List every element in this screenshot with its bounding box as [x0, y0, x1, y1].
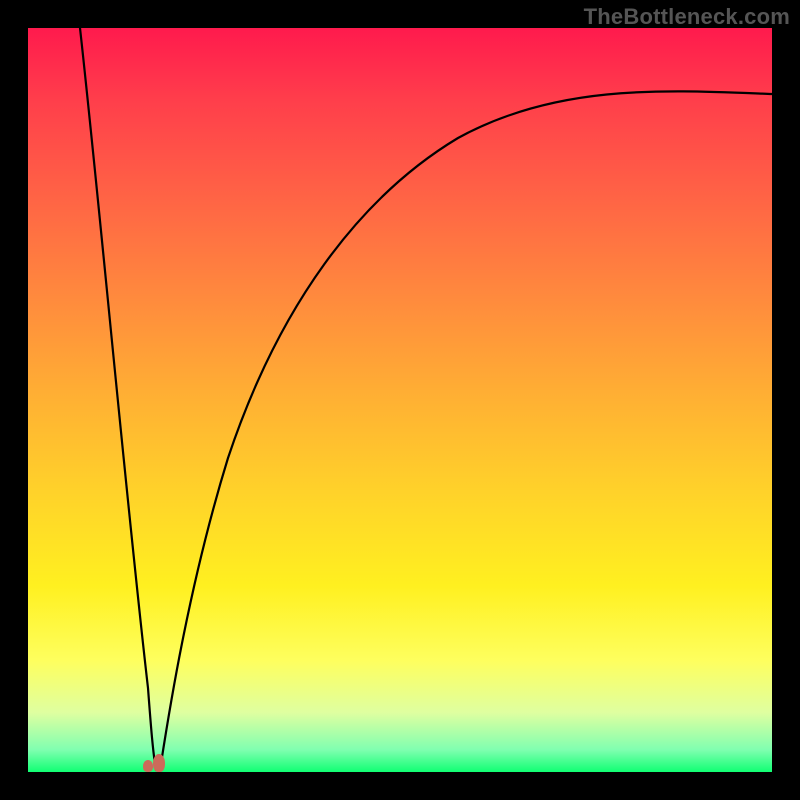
plot-area [28, 28, 772, 772]
outer-frame: TheBottleneck.com [0, 0, 800, 800]
curve-right-branch [160, 91, 772, 770]
minimum-marker [143, 754, 167, 774]
curve-left-branch [80, 28, 156, 770]
curve-layer [28, 28, 772, 772]
watermark-text: TheBottleneck.com [584, 4, 790, 30]
